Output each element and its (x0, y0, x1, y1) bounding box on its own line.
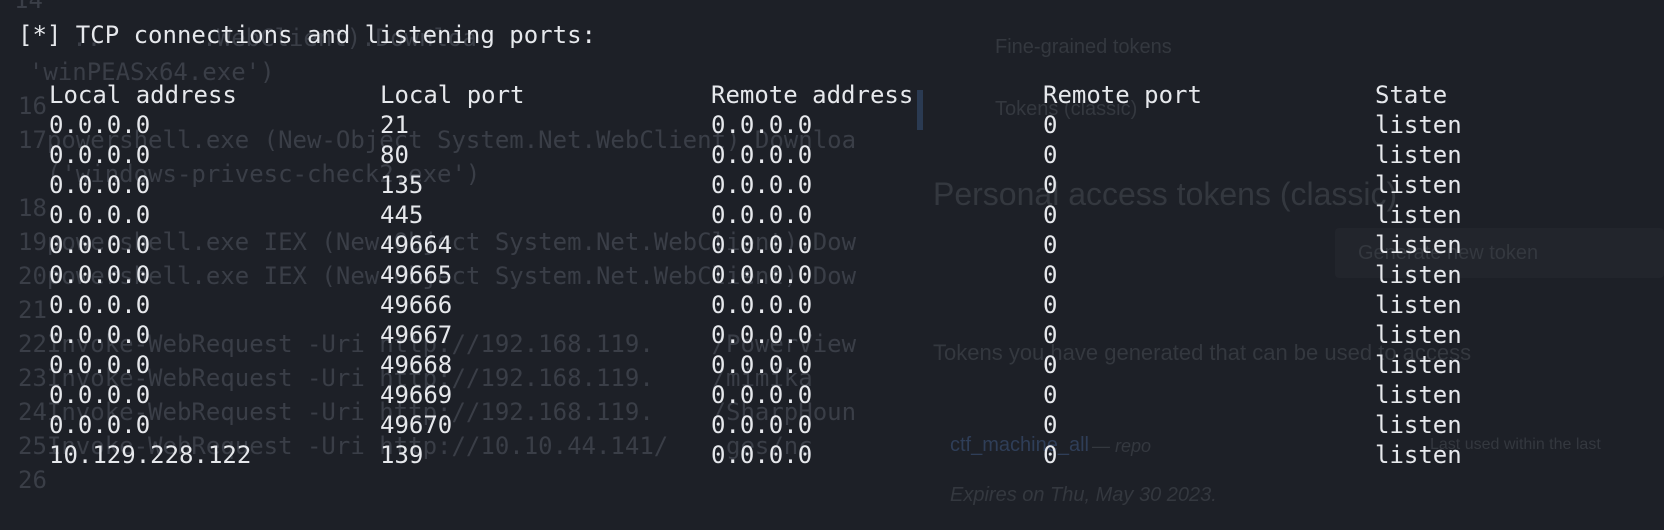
table-row: 0.0.0.0 49667 0.0.0.0 0 listen (0, 320, 1600, 350)
remote-address: 0.0.0.0 (711, 171, 813, 199)
local-address: 0.0.0.0 (49, 231, 151, 259)
table-row: 0.0.0.0 21 0.0.0.0 0 listen (0, 110, 1600, 140)
local-address: 0.0.0.0 (49, 201, 151, 229)
state: listen (1375, 381, 1462, 409)
remote-port: 0 (1043, 291, 1058, 319)
table-row: 0.0.0.0 49664 0.0.0.0 0 listen (0, 230, 1600, 260)
remote-port: 0 (1043, 321, 1058, 349)
remote-port: 0 (1043, 171, 1058, 199)
local-address: 0.0.0.0 (49, 381, 151, 409)
local-address: 0.0.0.0 (49, 111, 151, 139)
local-address: 10.129.228.122 (49, 441, 252, 469)
code-line-number: 26 (18, 466, 47, 494)
state: listen (1375, 231, 1462, 259)
remote-port: 0 (1043, 201, 1058, 229)
local-address: 0.0.0.0 (49, 171, 151, 199)
remote-port: 0 (1043, 441, 1058, 469)
local-address: 0.0.0.0 (49, 351, 151, 379)
local-port: 80 (380, 141, 409, 169)
table-row: 0.0.0.0 49670 0.0.0.0 0 listen (0, 410, 1600, 440)
table-row: 0.0.0.0 135 0.0.0.0 0 listen (0, 170, 1600, 200)
table-row: 0.0.0.0 80 0.0.0.0 0 listen (0, 140, 1600, 170)
remote-port: 0 (1043, 231, 1058, 259)
local-port: 49665 (380, 261, 453, 289)
local-port: 49669 (380, 381, 453, 409)
table-header: Local address Local port Remote address … (0, 80, 1600, 110)
state: listen (1375, 351, 1462, 379)
remote-address: 0.0.0.0 (711, 201, 813, 229)
local-address: 0.0.0.0 (49, 291, 151, 319)
remote-address: 0.0.0.0 (711, 441, 813, 469)
local-port: 49667 (380, 321, 453, 349)
remote-address: 0.0.0.0 (711, 291, 813, 319)
state: listen (1375, 411, 1462, 439)
state: listen (1375, 261, 1462, 289)
remote-port: 0 (1043, 141, 1058, 169)
table-row: 0.0.0.0 49669 0.0.0.0 0 listen (0, 380, 1600, 410)
header-local-address: Local address (49, 81, 237, 109)
header-state: State (1375, 81, 1448, 109)
remote-port: 0 (1043, 381, 1058, 409)
local-port: 49670 (380, 411, 453, 439)
remote-address: 0.0.0.0 (711, 411, 813, 439)
table-row: 0.0.0.0 445 0.0.0.0 0 listen (0, 200, 1600, 230)
header-remote-port: Remote port (1043, 81, 1202, 109)
expires-text: Expires on Thu, May 30 2023. (950, 484, 1217, 506)
remote-address: 0.0.0.0 (711, 111, 813, 139)
state: listen (1375, 111, 1462, 139)
state: listen (1375, 321, 1462, 349)
local-port: 445 (380, 201, 424, 229)
local-address: 0.0.0.0 (49, 261, 151, 289)
local-port: 135 (380, 171, 424, 199)
local-port: 49668 (380, 351, 453, 379)
remote-address: 0.0.0.0 (711, 351, 813, 379)
remote-address: 0.0.0.0 (711, 261, 813, 289)
remote-address: 0.0.0.0 (711, 141, 813, 169)
local-port: 139 (380, 441, 424, 469)
state: listen (1375, 291, 1462, 319)
state: listen (1375, 441, 1462, 469)
local-port: 49666 (380, 291, 453, 319)
state: listen (1375, 171, 1462, 199)
header-local-port: Local port (380, 81, 525, 109)
header-remote-address: Remote address (711, 81, 914, 109)
remote-address: 0.0.0.0 (711, 381, 813, 409)
remote-port: 0 (1043, 261, 1058, 289)
table-row: 0.0.0.0 49665 0.0.0.0 0 listen (0, 260, 1600, 290)
remote-address: 0.0.0.0 (711, 321, 813, 349)
remote-port: 0 (1043, 411, 1058, 439)
local-port: 49664 (380, 231, 453, 259)
remote-port: 0 (1043, 351, 1058, 379)
local-address: 0.0.0.0 (49, 141, 151, 169)
code-line-number: 14 (14, 0, 43, 14)
state: listen (1375, 201, 1462, 229)
table-row: 10.129.228.122 139 0.0.0.0 0 listen (0, 440, 1600, 470)
local-address: 0.0.0.0 (49, 411, 151, 439)
remote-address: 0.0.0.0 (711, 231, 813, 259)
table-row: 0.0.0.0 49668 0.0.0.0 0 listen (0, 350, 1600, 380)
table-row: 0.0.0.0 49666 0.0.0.0 0 listen (0, 290, 1600, 320)
local-port: 21 (380, 111, 409, 139)
fine-grained-tokens-link: Fine-grained tokens (995, 36, 1172, 58)
remote-port: 0 (1043, 111, 1058, 139)
local-address: 0.0.0.0 (49, 321, 151, 349)
prompt-line: [*] TCP connections and listening ports: (18, 21, 596, 49)
state: listen (1375, 141, 1462, 169)
